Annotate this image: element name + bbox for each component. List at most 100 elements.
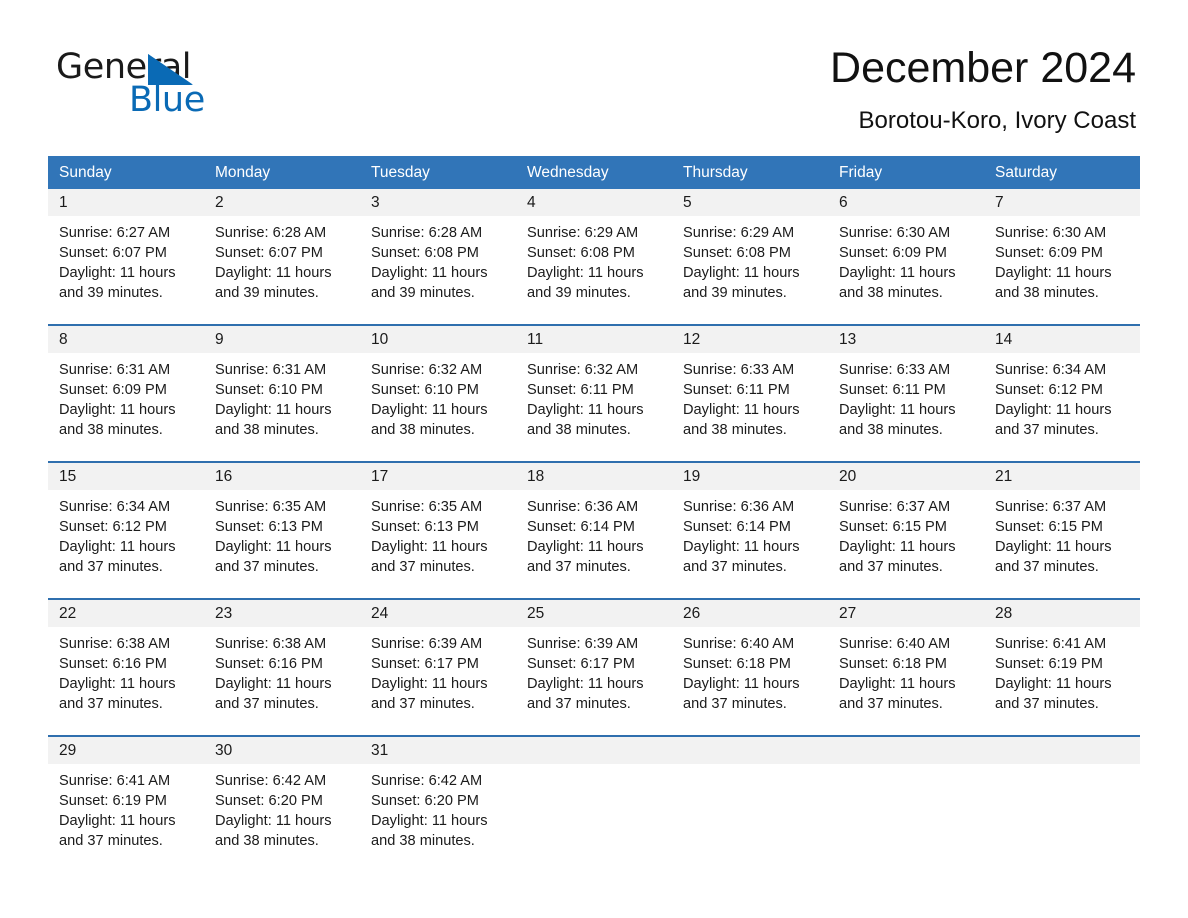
- day-cell[interactable]: 25 Sunrise: 6:39 AM Sunset: 6:17 PM Dayligh…: [516, 599, 672, 728]
- day-cell-empty: [516, 736, 672, 865]
- day-cell[interactable]: 15 Sunrise: 6:34 AM Sunset: 6:12 PM Dayligh…: [48, 462, 204, 591]
- day-number: 1: [48, 188, 204, 216]
- calendar-week-row: 29 Sunrise: 6:41 AM Sunset: 6:19 PM Dayligh…: [48, 734, 1140, 865]
- daylight-text: Daylight: 11 hours and 37 minutes.: [371, 538, 488, 576]
- day-cell[interactable]: 3 Sunrise: 6:28 AM Sunset: 6:08 PM Daylight…: [360, 188, 516, 317]
- sunrise-text: Sunrise: 6:30 AM: [995, 224, 1107, 241]
- day-number: [516, 736, 672, 764]
- day-info: Sunrise: 6:34 AM Sunset: 6:12 PM Daylight:…: [48, 490, 204, 578]
- day-cell[interactable]: 23 Sunrise: 6:38 AM Sunset: 6:16 PM Dayligh…: [204, 599, 360, 728]
- day-number: [984, 736, 1140, 764]
- day-number: 20: [828, 462, 984, 490]
- day-info: Sunrise: 6:39 AM Sunset: 6:17 PM Daylight:…: [516, 627, 672, 715]
- sunset-text: Sunset: 6:11 PM: [839, 381, 946, 398]
- sunset-text: Sunset: 6:16 PM: [215, 655, 323, 672]
- day-number: 21: [984, 462, 1140, 490]
- day-cell-empty: [828, 736, 984, 865]
- daylight-text: Daylight: 11 hours and 37 minutes.: [59, 812, 176, 850]
- logo-text-blue: Blue: [129, 80, 205, 120]
- day-info: Sunrise: 6:28 AM Sunset: 6:08 PM Daylight:…: [360, 216, 516, 304]
- day-info: Sunrise: 6:40 AM Sunset: 6:18 PM Daylight:…: [828, 627, 984, 715]
- day-number: 25: [516, 599, 672, 627]
- daylight-text: Daylight: 11 hours and 39 minutes.: [371, 264, 488, 302]
- day-cell[interactable]: 11 Sunrise: 6:32 AM Sunset: 6:11 PM Dayligh…: [516, 325, 672, 454]
- sunset-text: Sunset: 6:19 PM: [59, 792, 167, 809]
- sunset-text: Sunset: 6:12 PM: [995, 381, 1103, 398]
- sunset-text: Sunset: 6:15 PM: [839, 518, 947, 535]
- daylight-text: Daylight: 11 hours and 37 minutes.: [839, 538, 956, 576]
- sunrise-text: Sunrise: 6:29 AM: [683, 224, 795, 241]
- day-info: Sunrise: 6:36 AM Sunset: 6:14 PM Daylight:…: [516, 490, 672, 578]
- sunset-text: Sunset: 6:18 PM: [683, 655, 791, 672]
- day-number: 24: [360, 599, 516, 627]
- weekday-header-row: Sunday Monday Tuesday Wednesday Thursday…: [48, 155, 1140, 189]
- day-cell[interactable]: 14 Sunrise: 6:34 AM Sunset: 6:12 PM Dayligh…: [984, 325, 1140, 454]
- day-number: 18: [516, 462, 672, 490]
- day-cell[interactable]: 4 Sunrise: 6:29 AM Sunset: 6:08 PM Daylight…: [516, 188, 672, 317]
- day-cell[interactable]: 24 Sunrise: 6:39 AM Sunset: 6:17 PM Dayligh…: [360, 599, 516, 728]
- day-info: Sunrise: 6:42 AM Sunset: 6:20 PM Daylight:…: [204, 764, 360, 852]
- page-title: December 2024: [830, 44, 1136, 92]
- sunset-text: Sunset: 6:13 PM: [215, 518, 323, 535]
- day-cell[interactable]: 7 Sunrise: 6:30 AM Sunset: 6:09 PM Daylight…: [984, 188, 1140, 317]
- day-info: Sunrise: 6:29 AM Sunset: 6:08 PM Daylight:…: [516, 216, 672, 304]
- sunset-text: Sunset: 6:19 PM: [995, 655, 1103, 672]
- sunrise-text: Sunrise: 6:35 AM: [215, 498, 327, 515]
- weekday-header-saturday: Saturday: [995, 163, 1058, 181]
- day-cell[interactable]: 19 Sunrise: 6:36 AM Sunset: 6:14 PM Dayligh…: [672, 462, 828, 591]
- sunrise-text: Sunrise: 6:39 AM: [527, 635, 639, 652]
- day-info: Sunrise: 6:32 AM Sunset: 6:10 PM Daylight:…: [360, 353, 516, 441]
- day-info: Sunrise: 6:33 AM Sunset: 6:11 PM Daylight:…: [828, 353, 984, 441]
- day-number: [672, 736, 828, 764]
- day-cell[interactable]: 16 Sunrise: 6:35 AM Sunset: 6:13 PM Dayligh…: [204, 462, 360, 591]
- day-cell[interactable]: 13 Sunrise: 6:33 AM Sunset: 6:11 PM Dayligh…: [828, 325, 984, 454]
- weekday-header-thursday: Thursday: [683, 163, 748, 181]
- sunset-text: Sunset: 6:13 PM: [371, 518, 479, 535]
- day-cell[interactable]: 20 Sunrise: 6:37 AM Sunset: 6:15 PM Dayligh…: [828, 462, 984, 591]
- day-cell[interactable]: 18 Sunrise: 6:36 AM Sunset: 6:14 PM Dayligh…: [516, 462, 672, 591]
- day-cell[interactable]: 1 Sunrise: 6:27 AM Sunset: 6:07 PM Daylight…: [48, 188, 204, 317]
- daylight-text: Daylight: 11 hours and 38 minutes.: [683, 401, 800, 439]
- sunrise-text: Sunrise: 6:33 AM: [839, 361, 951, 378]
- sunrise-text: Sunrise: 6:41 AM: [59, 772, 171, 789]
- day-number: 27: [828, 599, 984, 627]
- day-number: 13: [828, 325, 984, 353]
- day-cell[interactable]: 5 Sunrise: 6:29 AM Sunset: 6:08 PM Daylight…: [672, 188, 828, 317]
- calendar-week-row: 1 Sunrise: 6:27 AM Sunset: 6:07 PM Daylight…: [48, 188, 1140, 317]
- day-info: Sunrise: 6:36 AM Sunset: 6:14 PM Daylight:…: [672, 490, 828, 578]
- day-number: 19: [672, 462, 828, 490]
- day-cell[interactable]: 8 Sunrise: 6:31 AM Sunset: 6:09 PM Daylight…: [48, 325, 204, 454]
- day-cell[interactable]: 27 Sunrise: 6:40 AM Sunset: 6:18 PM Dayligh…: [828, 599, 984, 728]
- daylight-text: Daylight: 11 hours and 38 minutes.: [527, 401, 644, 439]
- daylight-text: Daylight: 11 hours and 38 minutes.: [215, 401, 332, 439]
- daylight-text: Daylight: 11 hours and 37 minutes.: [683, 538, 800, 576]
- day-cell-empty: [672, 736, 828, 865]
- day-cell[interactable]: 29 Sunrise: 6:41 AM Sunset: 6:19 PM Dayligh…: [48, 736, 204, 865]
- day-cell[interactable]: 30 Sunrise: 6:42 AM Sunset: 6:20 PM Dayligh…: [204, 736, 360, 865]
- day-info: Sunrise: 6:27 AM Sunset: 6:07 PM Daylight:…: [48, 216, 204, 304]
- sunrise-text: Sunrise: 6:41 AM: [995, 635, 1107, 652]
- sunrise-text: Sunrise: 6:30 AM: [839, 224, 951, 241]
- day-number: 2: [204, 188, 360, 216]
- day-number: 16: [204, 462, 360, 490]
- daylight-text: Daylight: 11 hours and 37 minutes.: [215, 675, 332, 713]
- sunset-text: Sunset: 6:18 PM: [839, 655, 947, 672]
- day-cell[interactable]: 12 Sunrise: 6:33 AM Sunset: 6:11 PM Dayligh…: [672, 325, 828, 454]
- day-cell[interactable]: 26 Sunrise: 6:40 AM Sunset: 6:18 PM Dayligh…: [672, 599, 828, 728]
- day-cell[interactable]: 6 Sunrise: 6:30 AM Sunset: 6:09 PM Daylight…: [828, 188, 984, 317]
- sunrise-text: Sunrise: 6:38 AM: [59, 635, 171, 652]
- daylight-text: Daylight: 11 hours and 37 minutes.: [59, 538, 176, 576]
- daylight-text: Daylight: 11 hours and 37 minutes.: [215, 538, 332, 576]
- day-cell[interactable]: 31 Sunrise: 6:42 AM Sunset: 6:20 PM Dayligh…: [360, 736, 516, 865]
- daylight-text: Daylight: 11 hours and 37 minutes.: [683, 675, 800, 713]
- day-cell[interactable]: 22 Sunrise: 6:38 AM Sunset: 6:16 PM Dayligh…: [48, 599, 204, 728]
- day-cell[interactable]: 9 Sunrise: 6:31 AM Sunset: 6:10 PM Daylight…: [204, 325, 360, 454]
- day-cell[interactable]: 28 Sunrise: 6:41 AM Sunset: 6:19 PM Dayligh…: [984, 599, 1140, 728]
- day-cell[interactable]: 21 Sunrise: 6:37 AM Sunset: 6:15 PM Dayligh…: [984, 462, 1140, 591]
- sunrise-text: Sunrise: 6:40 AM: [683, 635, 795, 652]
- daylight-text: Daylight: 11 hours and 37 minutes.: [527, 675, 644, 713]
- day-cell[interactable]: 17 Sunrise: 6:35 AM Sunset: 6:13 PM Dayligh…: [360, 462, 516, 591]
- day-cell[interactable]: 10 Sunrise: 6:32 AM Sunset: 6:10 PM Dayligh…: [360, 325, 516, 454]
- day-cell[interactable]: 2 Sunrise: 6:28 AM Sunset: 6:07 PM Daylight…: [204, 188, 360, 317]
- sunset-text: Sunset: 6:16 PM: [59, 655, 167, 672]
